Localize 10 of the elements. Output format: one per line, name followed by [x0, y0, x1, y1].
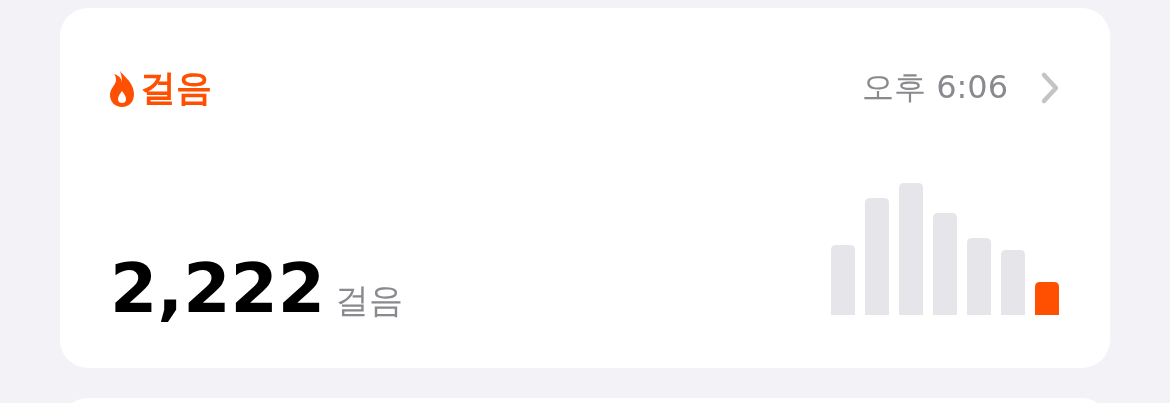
chart-bar: [1035, 282, 1059, 315]
chart-bar: [831, 245, 855, 315]
card-background[interactable]: 걸음 오후 6:06 2,222 걸음: [60, 8, 1110, 368]
time-label: 오후 6:06: [861, 67, 1008, 108]
chevron-right-icon[interactable]: [1040, 71, 1060, 105]
unit-label: 걸음: [335, 279, 404, 322]
card-title: 걸음: [140, 65, 212, 110]
step-count: 2,222: [110, 255, 326, 323]
chart-bar: [1001, 250, 1025, 315]
flame-icon: [110, 69, 134, 107]
